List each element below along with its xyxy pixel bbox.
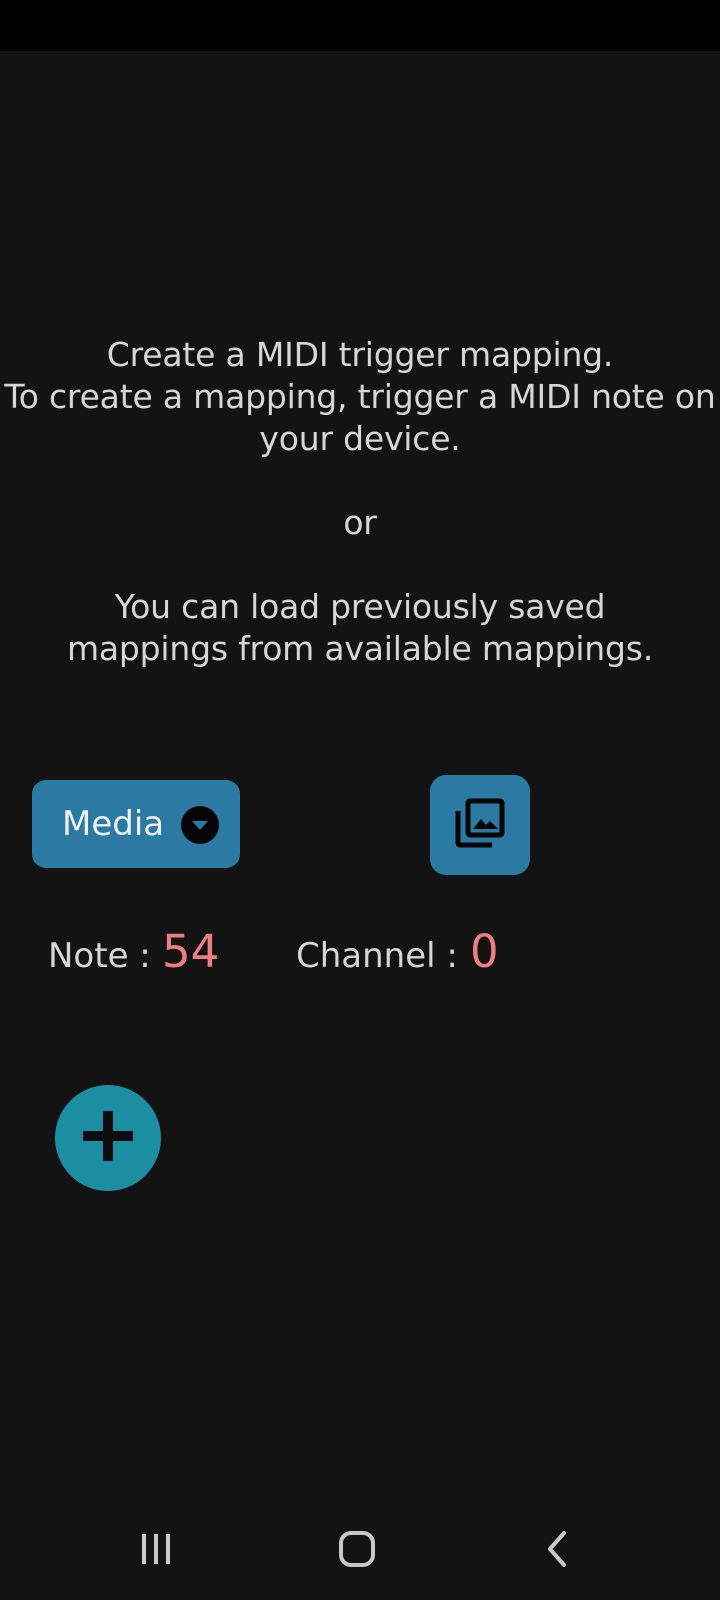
instruction-line-2: To create a mapping, trigger a MIDI note…: [4, 377, 716, 458]
or-separator: or: [343, 503, 377, 542]
recent-apps-button[interactable]: [126, 1526, 186, 1576]
plus-icon: [81, 1109, 135, 1167]
back-icon: [538, 1529, 578, 1573]
instruction-line-3: You can load previously saved mappings f…: [66, 587, 654, 668]
instructions-text: Create a MIDI trigger mapping. To create…: [0, 334, 720, 670]
channel-label: Channel :: [296, 936, 458, 976]
navigation-bar: [0, 1500, 720, 1600]
gallery-button[interactable]: [430, 775, 530, 875]
status-bar: [0, 0, 720, 51]
home-icon: [337, 1529, 377, 1573]
back-button[interactable]: [528, 1526, 588, 1576]
note-label: Note :: [48, 936, 151, 976]
note-value: 54: [162, 925, 220, 978]
media-type-dropdown[interactable]: Media: [32, 780, 240, 868]
instruction-line-1: Create a MIDI trigger mapping.: [106, 335, 614, 374]
home-button[interactable]: [327, 1526, 387, 1576]
recent-apps-icon: [136, 1529, 176, 1573]
photo-library-icon: [454, 797, 506, 853]
media-dropdown-label: Media: [62, 804, 165, 844]
caret-down-icon: [181, 806, 219, 844]
channel-value: 0: [470, 925, 499, 978]
add-mapping-button[interactable]: [55, 1085, 161, 1191]
